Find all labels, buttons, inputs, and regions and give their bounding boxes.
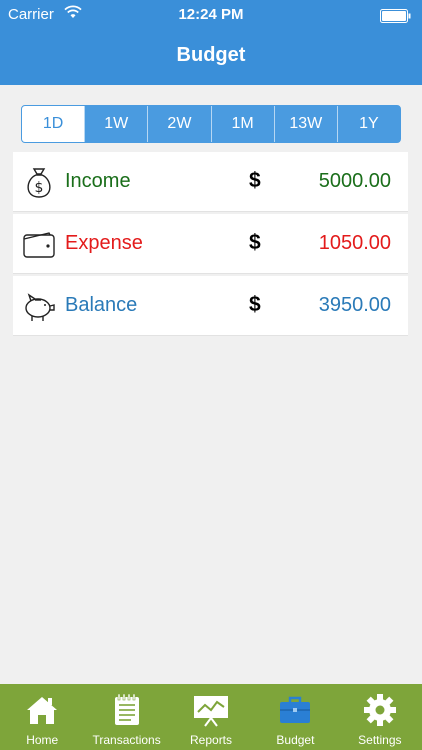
period-1w[interactable]: 1W bbox=[84, 106, 147, 142]
tab-transactions-label: Transactions bbox=[92, 733, 161, 747]
tab-reports-label: Reports bbox=[190, 733, 233, 747]
gear-icon bbox=[363, 694, 396, 726]
expense-row[interactable]: Expense $ 1050.00 bbox=[13, 214, 408, 274]
balance-row[interactable]: Balance $ 3950.00 bbox=[13, 276, 408, 336]
tab-home-label: Home bbox=[26, 733, 59, 747]
balance-currency: $ bbox=[249, 293, 261, 316]
period-1d[interactable]: 1D bbox=[22, 106, 85, 142]
tab-bar: Home Transactions Reports Budget Setting… bbox=[0, 684, 422, 750]
period-1y[interactable]: 1Y bbox=[336, 106, 400, 142]
balance-label: Balance bbox=[65, 294, 138, 316]
battery-icon bbox=[380, 9, 411, 23]
svg-text:$: $ bbox=[35, 180, 44, 196]
tab-home[interactable]: Home bbox=[0, 684, 84, 750]
status-bar: Carrier 12:24 PM bbox=[0, 0, 422, 32]
money-bag-icon: $ bbox=[27, 168, 51, 198]
notepad-icon bbox=[114, 693, 139, 725]
status-time: 12:24 PM bbox=[178, 6, 244, 23]
expense-amount: 1050.00 bbox=[318, 232, 391, 254]
page-title: Budget bbox=[176, 44, 246, 66]
income-label: Income bbox=[65, 170, 131, 192]
tab-transactions[interactable]: Transactions bbox=[84, 684, 168, 750]
income-amount: 5000.00 bbox=[318, 170, 391, 192]
chart-board-icon bbox=[194, 696, 229, 727]
tab-budget[interactable]: Budget bbox=[253, 684, 337, 750]
period-13w[interactable]: 13W bbox=[273, 106, 337, 142]
tab-settings-label: Settings bbox=[358, 733, 402, 747]
tab-budget-label: Budget bbox=[276, 733, 315, 747]
period-1m[interactable]: 1M bbox=[210, 106, 274, 142]
expense-currency: $ bbox=[249, 231, 261, 254]
tab-reports[interactable]: Reports bbox=[169, 684, 253, 750]
income-row[interactable]: $ Income $ 5000.00 bbox=[13, 152, 408, 212]
piggy-bank-icon bbox=[25, 293, 55, 321]
period-selector: 1D 1W 2W 1M 13W 1Y bbox=[21, 105, 401, 143]
briefcase-icon bbox=[280, 696, 311, 723]
period-2w[interactable]: 2W bbox=[147, 106, 210, 142]
expense-label: Expense bbox=[65, 232, 143, 254]
wallet-icon bbox=[23, 232, 55, 258]
balance-amount: 3950.00 bbox=[318, 294, 391, 316]
tab-settings[interactable]: Settings bbox=[338, 684, 422, 750]
home-icon bbox=[27, 697, 58, 724]
income-currency: $ bbox=[249, 169, 261, 192]
nav-header: Carrier 12:24 PM Budget bbox=[0, 0, 422, 85]
